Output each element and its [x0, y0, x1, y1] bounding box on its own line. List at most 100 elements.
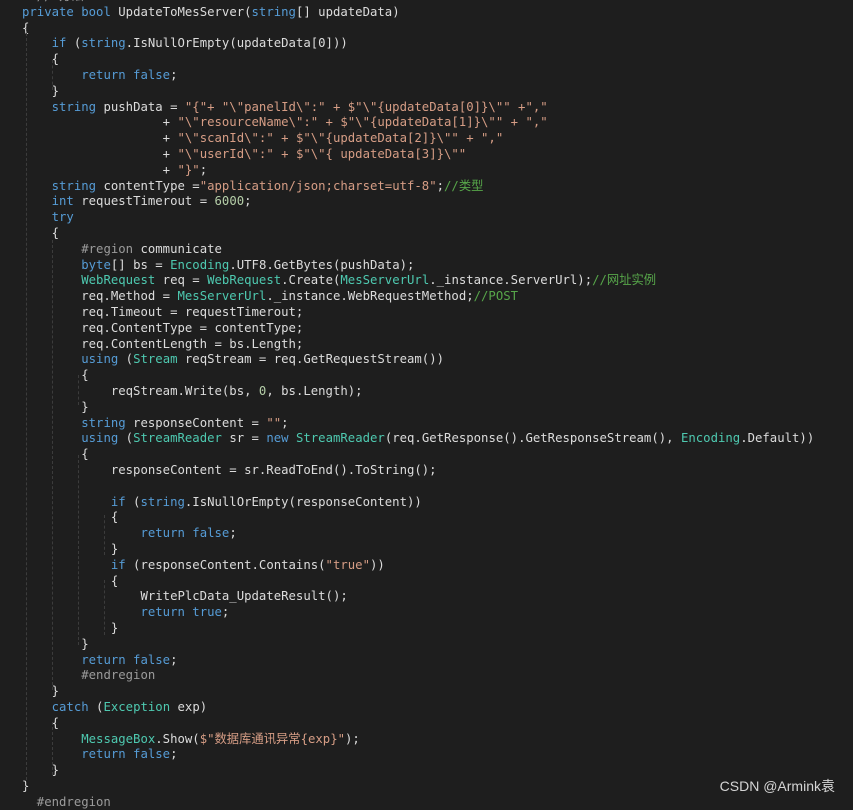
code-line[interactable]: MessageBox.Show($"数据库通讯异常{exp}"); — [0, 731, 853, 747]
code-token: true — [184, 605, 222, 620]
code-line[interactable]: return false; — [0, 67, 853, 83]
code-line[interactable]: { — [0, 51, 853, 67]
code-text: #endregion — [22, 667, 155, 683]
code-line[interactable]: + "}"; — [0, 162, 853, 178]
code-line[interactable]: req.ContentLength = bs.Length; — [0, 336, 853, 352]
code-token: responseContent = sr.ReadToEnd().ToStrin… — [22, 463, 437, 477]
code-line[interactable]: using (Stream reqStream = req.GetRequest… — [0, 351, 853, 367]
code-token: ; — [281, 415, 289, 430]
code-text: { — [22, 225, 59, 241]
code-line[interactable]: } — [0, 399, 853, 415]
code-line[interactable]: { — [0, 715, 853, 731]
code-line[interactable]: responseContent = sr.ReadToEnd().ToStrin… — [0, 462, 853, 478]
code-token: + — [22, 162, 178, 177]
code-line[interactable]: using (StreamReader sr = new StreamReade… — [0, 430, 853, 446]
indent-guide — [104, 515, 105, 555]
code-token: req = — [155, 273, 208, 288]
indent-guide — [52, 60, 53, 90]
code-token: reqStream.Write(bs, — [22, 384, 259, 398]
code-line[interactable]: WritePlcData_UpdateResult(); — [0, 588, 853, 604]
code-line[interactable]: } — [0, 541, 853, 557]
code-token: ; — [170, 652, 178, 667]
code-text: req.ContentLength = bs.Length; — [22, 336, 303, 352]
code-line[interactable]: { — [0, 509, 853, 525]
code-line[interactable]: req.ContentType = contentType; — [0, 320, 853, 336]
code-text: int requestTimerout = 6000; — [22, 193, 252, 209]
code-line[interactable]: } — [0, 83, 853, 99]
code-token: false — [184, 526, 230, 541]
code-line[interactable]: + "\"userId\":" + $"\"{ updateData[3]}\"… — [0, 146, 853, 162]
code-line[interactable]: if (string.IsNullOrEmpty(responseContent… — [0, 494, 853, 510]
code-token: //网址实例 — [592, 273, 657, 288]
code-line[interactable]: #endregion — [0, 794, 853, 810]
code-token: bool — [73, 4, 111, 19]
code-line[interactable]: { — [0, 573, 853, 589]
code-line[interactable]: try — [0, 209, 853, 225]
code-line[interactable]: string contentType ="application/json;ch… — [0, 178, 853, 194]
code-token: 6000 — [214, 194, 245, 209]
code-token: using — [81, 431, 119, 446]
code-token: .Default)) — [740, 431, 815, 446]
code-line[interactable]: if (string.IsNullOrEmpty(updateData[0])) — [0, 35, 853, 51]
code-text: catch (Exception exp) — [22, 699, 208, 715]
code-line[interactable] — [0, 478, 853, 494]
code-text: string pushData = "{"+ "\"panelId\":" + … — [22, 99, 548, 115]
code-token: //类型 — [444, 178, 484, 193]
code-line[interactable]: req.Method = MesServerUrl._instance.WebR… — [0, 288, 853, 304]
code-line[interactable]: catch (Exception exp) — [0, 699, 853, 715]
code-line[interactable]: private bool UpdateToMesServer(string[] … — [0, 4, 853, 20]
code-token: if — [110, 494, 126, 509]
code-token: { — [22, 715, 60, 730]
code-line[interactable]: { — [0, 20, 853, 36]
code-text: { — [22, 51, 59, 67]
code-text: + "}"; — [22, 162, 207, 178]
code-line[interactable]: } — [0, 620, 853, 636]
code-line[interactable]: #endregion — [0, 667, 853, 683]
code-text: return false; — [22, 525, 236, 541]
code-text: } — [22, 83, 59, 99]
code-text: WebRequest req = WebRequest.Create(MesSe… — [22, 272, 656, 288]
code-token: requestTimerout = — [73, 194, 215, 209]
code-line[interactable]: } — [0, 636, 853, 652]
code-token: pushData = — [96, 99, 185, 114]
code-line[interactable]: + "\"resourceName\":" + $"\"{updateData[… — [0, 114, 853, 130]
code-token: using — [81, 352, 119, 367]
code-token: req.Method = — [22, 289, 178, 304]
code-token: ( — [66, 36, 82, 51]
code-line[interactable]: return false; — [0, 525, 853, 541]
code-line[interactable]: #region communicate — [0, 241, 853, 257]
code-line[interactable]: int requestTimerout = 6000; — [0, 193, 853, 209]
code-token: contentType = — [96, 178, 200, 193]
code-editor[interactable]: // 方法private bool UpdateToMesServer(stri… — [0, 0, 853, 809]
code-line[interactable]: return true; — [0, 604, 853, 620]
code-token: // 方法 — [22, 0, 84, 3]
code-token: .Show( — [155, 731, 200, 746]
code-line[interactable]: + "\"scanId\":" + $"\"{updateData[2]}\""… — [0, 130, 853, 146]
code-text: req.ContentType = contentType; — [22, 320, 303, 336]
code-text: byte[] bs = Encoding.UTF8.GetBytes(pushD… — [22, 257, 414, 273]
code-line[interactable]: if (responseContent.Contains("true")) — [0, 557, 853, 573]
code-text: private bool UpdateToMesServer(string[] … — [22, 4, 400, 20]
code-line[interactable]: { — [0, 225, 853, 241]
code-line[interactable]: return false; — [0, 652, 853, 668]
code-token: .Create( — [281, 273, 341, 288]
code-line[interactable]: { — [0, 446, 853, 462]
code-line[interactable]: return false; — [0, 746, 853, 762]
code-line[interactable]: reqStream.Write(bs, 0, bs.Length); — [0, 383, 853, 399]
code-text: WritePlcData_UpdateResult(); — [22, 588, 347, 604]
code-token: } — [22, 763, 60, 778]
code-line[interactable]: { — [0, 367, 853, 383]
code-token: ; — [199, 162, 208, 177]
indent-guide — [104, 580, 105, 635]
code-line[interactable]: } — [0, 683, 853, 699]
code-token: string — [51, 178, 97, 193]
code-line[interactable]: req.Timeout = requestTimerout; — [0, 304, 853, 320]
code-token: "\"scanId\":" + $"\"{updateData[2]}\"" +… — [177, 131, 504, 146]
code-token: MesServerUrl — [340, 273, 430, 288]
code-line[interactable]: WebRequest req = WebRequest.Create(MesSe… — [0, 272, 853, 288]
code-line[interactable]: byte[] bs = Encoding.UTF8.GetBytes(pushD… — [0, 257, 853, 273]
code-line[interactable]: string pushData = "{"+ "\"panelId\":" + … — [0, 99, 853, 115]
code-token: #endregion — [81, 668, 156, 683]
code-token: } — [22, 83, 60, 98]
code-line[interactable]: string responseContent = ""; — [0, 415, 853, 431]
